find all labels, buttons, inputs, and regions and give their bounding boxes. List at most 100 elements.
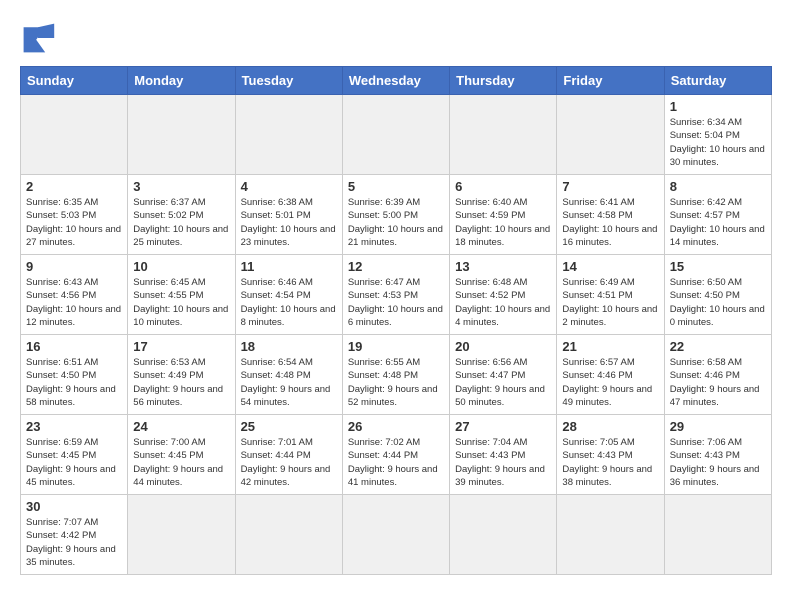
calendar-day-cell: 2 Sunrise: 6:35 AM Sunset: 5:03 PM Daylig…: [21, 175, 128, 255]
calendar-day-cell: 27Sunrise: 7:04 AM Sunset: 4:43 PM Dayli…: [450, 415, 557, 495]
day-number: 21: [562, 339, 658, 354]
day-number: 5: [348, 179, 444, 194]
day-number: 18: [241, 339, 337, 354]
calendar-day-cell: [21, 95, 128, 175]
day-info: Sunrise: 6:56 AM Sunset: 4:47 PM Dayligh…: [455, 356, 551, 409]
day-number: 28: [562, 419, 658, 434]
column-header-saturday: Saturday: [664, 67, 771, 95]
calendar-day-cell: 16 Sunrise: 6:51 AM Sunset: 4:50 PM Dayli…: [21, 335, 128, 415]
day-info: Sunrise: 7:07 AM Sunset: 4:42 PM Dayligh…: [26, 516, 122, 569]
day-number: 8: [670, 179, 766, 194]
calendar-day-cell: 6 Sunrise: 6:40 AM Sunset: 4:59 PM Daylig…: [450, 175, 557, 255]
calendar-day-cell: 5 Sunrise: 6:39 AM Sunset: 5:00 PM Daylig…: [342, 175, 449, 255]
day-number: 15: [670, 259, 766, 274]
day-info: Sunrise: 6:39 AM Sunset: 5:00 PM Dayligh…: [348, 196, 444, 249]
day-info: Sunrise: 6:54 AM Sunset: 4:48 PM Dayligh…: [241, 356, 337, 409]
calendar-day-cell: [235, 495, 342, 575]
calendar-week-row: 30Sunrise: 7:07 AM Sunset: 4:42 PM Dayli…: [21, 495, 772, 575]
calendar-day-cell: [557, 95, 664, 175]
calendar-day-cell: 17Sunrise: 6:53 AM Sunset: 4:49 PM Dayli…: [128, 335, 235, 415]
day-info: Sunrise: 7:04 AM Sunset: 4:43 PM Dayligh…: [455, 436, 551, 489]
day-number: 6: [455, 179, 551, 194]
calendar-day-cell: [557, 495, 664, 575]
day-number: 16: [26, 339, 122, 354]
calendar-day-cell: 11Sunrise: 6:46 AM Sunset: 4:54 PM Dayli…: [235, 255, 342, 335]
day-number: 26: [348, 419, 444, 434]
calendar-day-cell: 9 Sunrise: 6:43 AM Sunset: 4:56 PM Daylig…: [21, 255, 128, 335]
calendar-day-cell: 26 Sunrise: 7:02 AM Sunset: 4:44 PM Dayli…: [342, 415, 449, 495]
calendar-day-cell: 15 Sunrise: 6:50 AM Sunset: 4:50 PM Dayli…: [664, 255, 771, 335]
day-number: 3: [133, 179, 229, 194]
day-info: Sunrise: 6:47 AM Sunset: 4:53 PM Dayligh…: [348, 276, 444, 329]
day-number: 22: [670, 339, 766, 354]
calendar-day-cell: [128, 95, 235, 175]
header: [20, 20, 772, 56]
calendar-day-cell: 28 Sunrise: 7:05 AM Sunset: 4:43 PM Dayli…: [557, 415, 664, 495]
day-info: Sunrise: 6:48 AM Sunset: 4:52 PM Dayligh…: [455, 276, 551, 329]
day-number: 23: [26, 419, 122, 434]
day-info: Sunrise: 7:00 AM Sunset: 4:45 PM Dayligh…: [133, 436, 229, 489]
day-info: Sunrise: 6:55 AM Sunset: 4:48 PM Dayligh…: [348, 356, 444, 409]
calendar-week-row: 1 Sunrise: 6:34 AM Sunset: 5:04 PM Daylig…: [21, 95, 772, 175]
general-blue-logo-icon: [20, 20, 56, 56]
calendar-day-cell: 19 Sunrise: 6:55 AM Sunset: 4:48 PM Dayli…: [342, 335, 449, 415]
column-header-tuesday: Tuesday: [235, 67, 342, 95]
day-info: Sunrise: 6:57 AM Sunset: 4:46 PM Dayligh…: [562, 356, 658, 409]
day-number: 29: [670, 419, 766, 434]
calendar-header-row: SundayMondayTuesdayWednesdayThursdayFrid…: [21, 67, 772, 95]
calendar-day-cell: 13Sunrise: 6:48 AM Sunset: 4:52 PM Dayli…: [450, 255, 557, 335]
calendar-day-cell: [664, 495, 771, 575]
calendar-day-cell: 10Sunrise: 6:45 AM Sunset: 4:55 PM Dayli…: [128, 255, 235, 335]
calendar-week-row: 23Sunrise: 6:59 AM Sunset: 4:45 PM Dayli…: [21, 415, 772, 495]
day-info: Sunrise: 6:49 AM Sunset: 4:51 PM Dayligh…: [562, 276, 658, 329]
calendar-day-cell: 14 Sunrise: 6:49 AM Sunset: 4:51 PM Dayli…: [557, 255, 664, 335]
day-number: 19: [348, 339, 444, 354]
day-info: Sunrise: 7:05 AM Sunset: 4:43 PM Dayligh…: [562, 436, 658, 489]
calendar-day-cell: [235, 95, 342, 175]
day-number: 24: [133, 419, 229, 434]
day-info: Sunrise: 6:35 AM Sunset: 5:03 PM Dayligh…: [26, 196, 122, 249]
day-info: Sunrise: 6:34 AM Sunset: 5:04 PM Dayligh…: [670, 116, 766, 169]
day-info: Sunrise: 6:40 AM Sunset: 4:59 PM Dayligh…: [455, 196, 551, 249]
day-number: 2: [26, 179, 122, 194]
day-number: 1: [670, 99, 766, 114]
column-header-wednesday: Wednesday: [342, 67, 449, 95]
day-info: Sunrise: 7:01 AM Sunset: 4:44 PM Dayligh…: [241, 436, 337, 489]
day-info: Sunrise: 6:51 AM Sunset: 4:50 PM Dayligh…: [26, 356, 122, 409]
day-number: 9: [26, 259, 122, 274]
day-number: 11: [241, 259, 337, 274]
column-header-monday: Monday: [128, 67, 235, 95]
day-info: Sunrise: 6:43 AM Sunset: 4:56 PM Dayligh…: [26, 276, 122, 329]
calendar-day-cell: 3 Sunrise: 6:37 AM Sunset: 5:02 PM Daylig…: [128, 175, 235, 255]
day-number: 10: [133, 259, 229, 274]
calendar-day-cell: [128, 495, 235, 575]
calendar-day-cell: [450, 95, 557, 175]
day-number: 14: [562, 259, 658, 274]
day-info: Sunrise: 6:58 AM Sunset: 4:46 PM Dayligh…: [670, 356, 766, 409]
day-info: Sunrise: 6:42 AM Sunset: 4:57 PM Dayligh…: [670, 196, 766, 249]
calendar-table: SundayMondayTuesdayWednesdayThursdayFrid…: [20, 66, 772, 575]
calendar-day-cell: 20 Sunrise: 6:56 AM Sunset: 4:47 PM Dayli…: [450, 335, 557, 415]
calendar-day-cell: 21 Sunrise: 6:57 AM Sunset: 4:46 PM Dayli…: [557, 335, 664, 415]
calendar-day-cell: [450, 495, 557, 575]
calendar-day-cell: 4Sunrise: 6:38 AM Sunset: 5:01 PM Daylig…: [235, 175, 342, 255]
calendar-week-row: 9 Sunrise: 6:43 AM Sunset: 4:56 PM Daylig…: [21, 255, 772, 335]
column-header-thursday: Thursday: [450, 67, 557, 95]
day-number: 20: [455, 339, 551, 354]
calendar-day-cell: 30Sunrise: 7:07 AM Sunset: 4:42 PM Dayli…: [21, 495, 128, 575]
calendar-day-cell: 8 Sunrise: 6:42 AM Sunset: 4:57 PM Daylig…: [664, 175, 771, 255]
day-info: Sunrise: 7:06 AM Sunset: 4:43 PM Dayligh…: [670, 436, 766, 489]
calendar-day-cell: 25Sunrise: 7:01 AM Sunset: 4:44 PM Dayli…: [235, 415, 342, 495]
day-number: 4: [241, 179, 337, 194]
calendar-day-cell: 23Sunrise: 6:59 AM Sunset: 4:45 PM Dayli…: [21, 415, 128, 495]
calendar-day-cell: 18 Sunrise: 6:54 AM Sunset: 4:48 PM Dayli…: [235, 335, 342, 415]
calendar-day-cell: 29 Sunrise: 7:06 AM Sunset: 4:43 PM Dayli…: [664, 415, 771, 495]
day-info: Sunrise: 6:50 AM Sunset: 4:50 PM Dayligh…: [670, 276, 766, 329]
day-info: Sunrise: 7:02 AM Sunset: 4:44 PM Dayligh…: [348, 436, 444, 489]
calendar-day-cell: 1 Sunrise: 6:34 AM Sunset: 5:04 PM Daylig…: [664, 95, 771, 175]
calendar-day-cell: 12Sunrise: 6:47 AM Sunset: 4:53 PM Dayli…: [342, 255, 449, 335]
day-number: 7: [562, 179, 658, 194]
calendar-day-cell: [342, 495, 449, 575]
day-info: Sunrise: 6:37 AM Sunset: 5:02 PM Dayligh…: [133, 196, 229, 249]
logo: [20, 20, 60, 56]
